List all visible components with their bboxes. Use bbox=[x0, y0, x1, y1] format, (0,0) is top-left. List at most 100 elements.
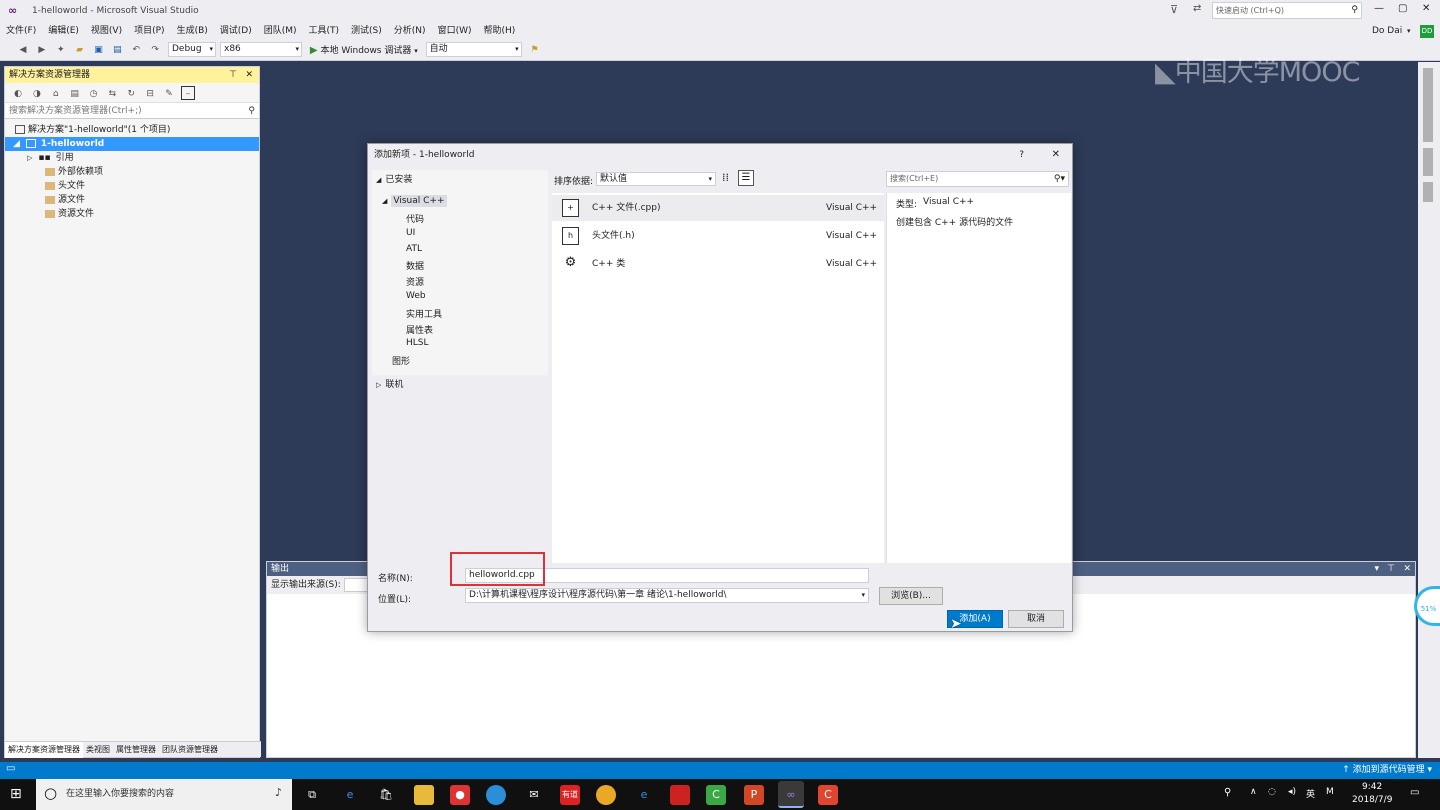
pin-icon[interactable]: ⊤ bbox=[229, 67, 237, 83]
app-red2-icon[interactable] bbox=[670, 785, 690, 805]
volume-icon[interactable]: ◂) bbox=[1288, 787, 1296, 797]
menu-window[interactable]: 窗口(W) bbox=[432, 22, 478, 40]
notification-icon[interactable]: ▭ bbox=[1410, 787, 1419, 798]
undo-icon[interactable]: ↶ bbox=[129, 43, 143, 57]
template-search-input[interactable]: 搜索(Ctrl+E) ⚲▾ bbox=[886, 171, 1069, 187]
minimize-button[interactable]: — bbox=[1374, 3, 1384, 14]
run-mode-select[interactable]: 自动 ▾ bbox=[425, 42, 522, 57]
tree-project[interactable]: ◢ 1-helloworld bbox=[5, 137, 259, 151]
menu-debug[interactable]: 调试(D) bbox=[214, 22, 258, 40]
app-red-icon[interactable]: ● bbox=[450, 785, 470, 805]
language-indicator[interactable]: 英 bbox=[1306, 787, 1315, 800]
avatar[interactable]: DD bbox=[1420, 25, 1434, 38]
store-icon[interactable]: 🛍 bbox=[376, 785, 396, 805]
home-icon[interactable]: ⌂ bbox=[49, 87, 63, 101]
windows-start-icon[interactable]: ⊞ bbox=[10, 786, 22, 802]
mail-icon[interactable]: ✉ bbox=[524, 785, 544, 805]
visual-studio-icon[interactable]: ∞ bbox=[778, 781, 804, 808]
browser-blue-icon[interactable] bbox=[486, 785, 506, 805]
tree-resource-files[interactable]: 资源文件 bbox=[5, 207, 259, 221]
tab-class-view[interactable]: 类视图 bbox=[83, 742, 113, 758]
collapse-all-icon[interactable]: ⊟ bbox=[143, 87, 157, 101]
sort-select[interactable]: 默认值 ▾ bbox=[596, 172, 716, 186]
list-view-icon[interactable]: ☰ bbox=[738, 170, 754, 186]
help-button[interactable]: ? bbox=[1019, 144, 1024, 166]
menu-file[interactable]: 文件(F) bbox=[0, 22, 42, 40]
pin-icon[interactable]: ⊤ bbox=[1387, 562, 1395, 576]
run-button[interactable]: ▶ 本地 Windows 调试器 ▾ bbox=[307, 40, 421, 62]
redo-icon[interactable]: ↷ bbox=[148, 43, 162, 57]
chevron-up-icon[interactable]: ∧ bbox=[1250, 787, 1257, 797]
category-atl[interactable]: ATL bbox=[406, 244, 422, 254]
quick-launch-input[interactable]: 快速启动 (Ctrl+Q) ⚲ bbox=[1212, 2, 1362, 19]
template-item[interactable]: h 头文件(.h) Visual C++ bbox=[552, 223, 884, 249]
user-dropdown-icon[interactable]: ▾ bbox=[1407, 22, 1411, 40]
category-property-sheets[interactable]: 属性表 bbox=[406, 323, 433, 336]
people-icon[interactable]: ⚲ bbox=[1224, 787, 1231, 798]
platform-select[interactable]: x86 ▾ bbox=[220, 42, 302, 57]
category-ui[interactable]: UI bbox=[406, 228, 415, 238]
menu-build[interactable]: 生成(B) bbox=[171, 22, 214, 40]
category-utility[interactable]: 实用工具 bbox=[406, 307, 442, 320]
tree-header-files[interactable]: 头文件 bbox=[5, 179, 259, 193]
feedback-icon[interactable]: ⇄ bbox=[1193, 3, 1201, 14]
clock-time[interactable]: 9:42 bbox=[1362, 782, 1382, 792]
category-web[interactable]: Web bbox=[406, 291, 426, 301]
grid-view-icon[interactable]: ⁞⁞ bbox=[722, 171, 729, 184]
save-all-icon[interactable]: ▤ bbox=[110, 43, 124, 57]
close-icon[interactable]: ✕ bbox=[245, 67, 253, 83]
network-icon[interactable]: ◌ bbox=[1268, 787, 1276, 797]
location-input[interactable]: D:\计算机课程\程序设计\程序源代码\第一章 绪论\1-helloworld\… bbox=[465, 588, 869, 603]
tree-references[interactable]: ▷ ▪▪ 引用 bbox=[5, 151, 259, 165]
forward-icon[interactable]: ▶ bbox=[35, 43, 49, 57]
app-green-icon[interactable]: C bbox=[706, 785, 726, 805]
ie-icon[interactable]: e bbox=[634, 785, 654, 805]
pending-changes-icon[interactable]: ◷ bbox=[87, 87, 101, 101]
preview-icon[interactable]: – bbox=[180, 86, 195, 100]
close-button[interactable]: ✕ bbox=[1422, 3, 1430, 14]
edge-icon[interactable]: e bbox=[340, 785, 360, 805]
solution-search-input[interactable]: 搜索解决方案资源管理器(Ctrl+;) ⚲ bbox=[5, 103, 259, 119]
menu-tools[interactable]: 工具(T) bbox=[303, 22, 346, 40]
dropdown-icon[interactable]: ▾ bbox=[1374, 562, 1379, 576]
tree-external-deps[interactable]: 外部依赖项 bbox=[5, 165, 259, 179]
forward-icon[interactable]: ◑ bbox=[30, 87, 44, 101]
category-code[interactable]: 代码 bbox=[406, 212, 424, 225]
tab-team-explorer[interactable]: 团队资源管理器 bbox=[159, 742, 221, 758]
app-c-icon[interactable]: C bbox=[818, 785, 838, 805]
open-icon[interactable]: ▰ bbox=[73, 43, 87, 57]
user-name[interactable]: Do Dai bbox=[1372, 22, 1402, 40]
cancel-button[interactable]: 取消 bbox=[1008, 610, 1064, 628]
properties-tab[interactable] bbox=[1423, 182, 1433, 202]
youdao-icon[interactable]: 有道 bbox=[560, 785, 580, 805]
server-explorer-tab[interactable] bbox=[1423, 68, 1433, 142]
properties-icon[interactable]: ✎ bbox=[162, 87, 176, 101]
back-icon[interactable]: ◀ bbox=[16, 43, 30, 57]
file-explorer-icon[interactable] bbox=[414, 785, 434, 805]
filter-icon[interactable]: ⊽ bbox=[1170, 3, 1178, 16]
category-visual-cpp[interactable]: ◢ Visual C++ bbox=[382, 195, 447, 207]
new-project-icon[interactable]: ✦ bbox=[54, 43, 68, 57]
clock-date[interactable]: 2018/7/9 bbox=[1352, 795, 1392, 805]
tab-solution-explorer[interactable]: 解决方案资源管理器 bbox=[5, 742, 83, 758]
maximize-button[interactable]: ▢ bbox=[1398, 3, 1407, 14]
template-item[interactable]: ⚙ C++ 类 Visual C++ bbox=[552, 251, 884, 277]
sync-icon[interactable]: ⇆ bbox=[105, 87, 119, 101]
back-icon[interactable]: ◐ bbox=[11, 87, 25, 101]
switch-view-icon[interactable]: ▤ bbox=[68, 87, 82, 101]
category-data[interactable]: 数据 bbox=[406, 259, 424, 272]
menu-view[interactable]: 视图(V) bbox=[85, 22, 128, 40]
toolbox-tab[interactable] bbox=[1423, 148, 1433, 176]
ime-icon[interactable]: M bbox=[1326, 787, 1334, 797]
taskbar-search[interactable]: ○ 在这里输入你要搜索的内容 ♪ bbox=[36, 779, 292, 810]
close-icon[interactable]: ✕ bbox=[1403, 562, 1411, 576]
tab-property-manager[interactable]: 属性管理器 bbox=[113, 742, 159, 758]
menu-test[interactable]: 测试(S) bbox=[345, 22, 388, 40]
tree-source-files[interactable]: 源文件 bbox=[5, 193, 259, 207]
refresh-icon[interactable]: ↻ bbox=[124, 87, 138, 101]
tree-solution[interactable]: 解决方案"1-helloworld"(1 个项目) bbox=[5, 123, 259, 137]
template-item[interactable]: + C++ 文件(.cpp) Visual C++ bbox=[552, 195, 884, 221]
chrome-icon[interactable] bbox=[596, 785, 616, 805]
source-control-button[interactable]: ↑ 添加到源代码管理 ▾ bbox=[1342, 762, 1432, 779]
category-resources[interactable]: 资源 bbox=[406, 275, 424, 288]
